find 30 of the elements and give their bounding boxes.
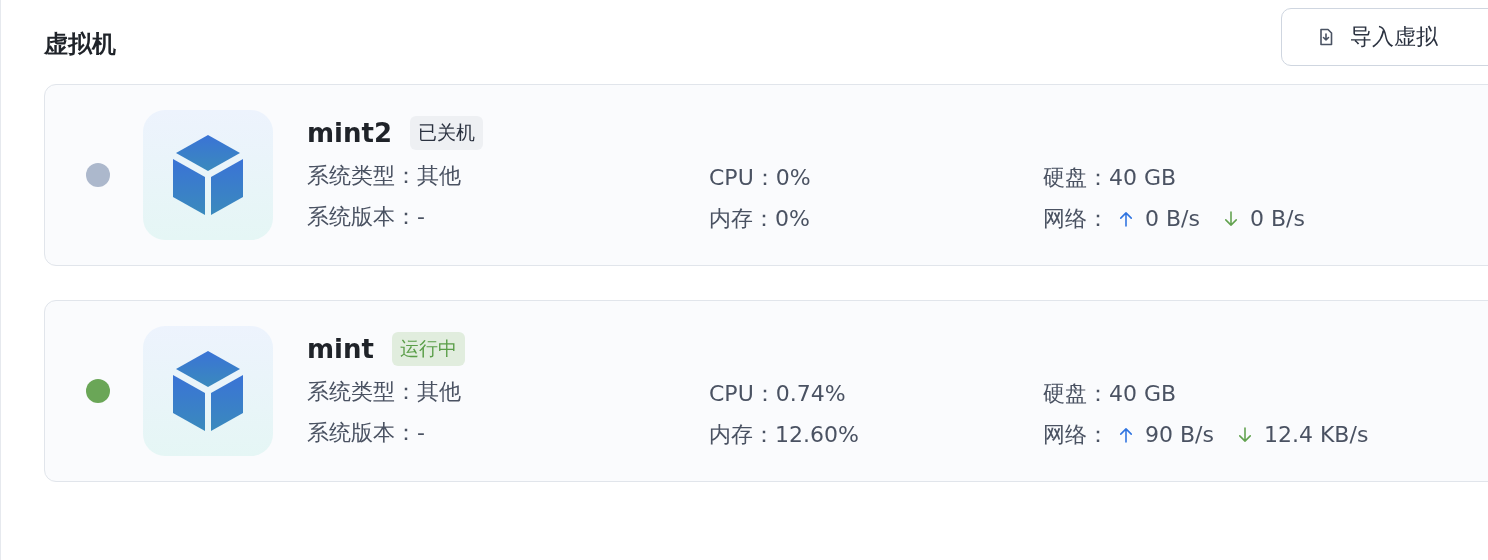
download-speed: 0 B/s: [1249, 205, 1305, 233]
vm-name: mint: [307, 334, 374, 364]
cpu-usage-text: CPU：0.74%: [709, 380, 847, 408]
status-tag: 运行中: [391, 332, 465, 366]
memory-usage-text: 内存：12.60%: [709, 421, 860, 449]
os-type-text: 系统类型：其他: [307, 162, 462, 190]
up-arrow-icon: [1119, 209, 1133, 228]
cpu-usage-text: CPU：0%: [709, 164, 812, 192]
import-button[interactable]: 导入虚拟: [1281, 8, 1488, 66]
os-version-text: 系统版本：-: [307, 203, 426, 231]
os-version-text: 系统版本：-: [307, 419, 426, 447]
cube-icon: [173, 135, 243, 215]
os-type-text: 系统类型：其他: [307, 378, 462, 406]
upload-speed: 0 B/s: [1145, 205, 1200, 233]
cube-icon: [173, 351, 243, 431]
vm-card[interactable]: mint 运行中 系统类型：其他 系统版本：- CPU：0.74% 内存：12.60% 硬盘：40 GB 网络： 90 B/s 12.4 KB/s: [44, 300, 1488, 482]
disk-size-text: 硬盘：40 GB: [1043, 380, 1178, 408]
upload-speed: 90 B/s: [1145, 421, 1214, 449]
up-arrow-icon: [1119, 425, 1133, 444]
page-title: 虚拟机: [44, 29, 116, 60]
vm-name: mint2: [307, 118, 393, 148]
memory-usage-text: 内存：0%: [709, 205, 811, 233]
network-label: 网络：: [1043, 421, 1109, 449]
network-label: 网络：: [1043, 205, 1109, 233]
status-tag: 已关机: [410, 116, 484, 150]
vm-card[interactable]: mint2 已关机 系统类型：其他 系统版本：- CPU：0% 内存：0% 硬盘：40 GB 网络： 0 B/s 0 B/s: [44, 84, 1488, 266]
down-arrow-icon: [1237, 425, 1252, 444]
disk-size-text: 硬盘：40 GB: [1043, 164, 1178, 192]
download-speed: 12.4 KB/s: [1263, 421, 1369, 449]
down-arrow-icon: [1223, 209, 1238, 228]
